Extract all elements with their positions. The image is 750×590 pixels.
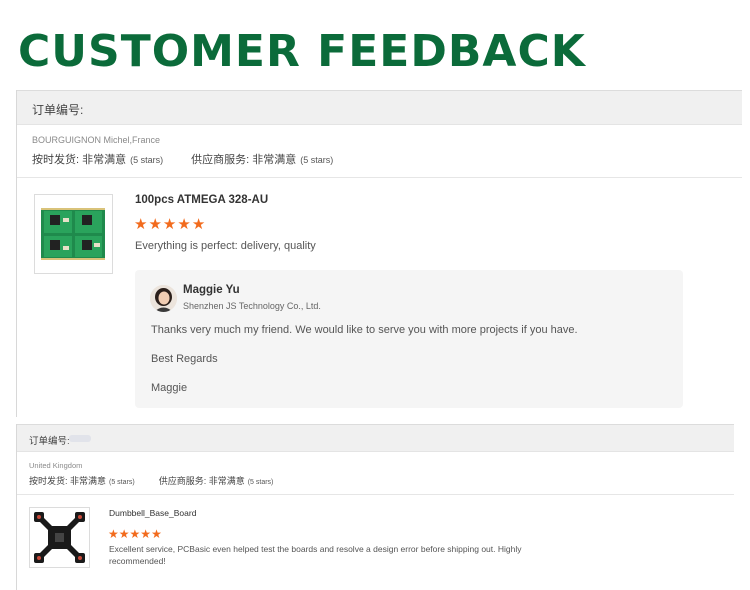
buyer-name: BOURGUIGNON Michel,France [32,135,161,145]
star-icon: ★ [177,216,191,233]
divider [17,494,734,495]
order-header: 订单编号: [17,90,742,125]
star-rating: ★★★★★ [134,216,206,234]
reply-text: Best Regards [151,353,218,365]
rating-summary: 按时发货: 非常满意 (5 stars) 供应商服务: 非常满意 (5 stars) [29,474,273,487]
divider [17,177,742,178]
black-quad-pcb-board-image [32,510,87,565]
buyer-name: United Kingdom [29,461,83,470]
service-rating-note: (5 stars) [300,155,334,165]
green-pcb-board-image [38,198,109,270]
review-card: 订单编号: BOURGUIGNON Michel,France 按时发货: 非常… [16,90,742,417]
star-rating: ★★★★★ [108,525,162,543]
star-icon: ★ [129,527,141,541]
order-header: 订单编号: [17,424,734,452]
order-number-label: 订单编号: [29,436,70,447]
review-comment: Excellent service, PCBasic even helped t… [109,544,522,566]
service-rating-label: 供应商服务: 非常满意 [191,154,297,166]
product-thumbnail[interactable] [29,507,90,568]
service-rating-note: (5 stars) [247,479,274,486]
star-icon: ★ [148,216,162,233]
avatar [150,285,177,312]
star-icon: ★ [134,216,148,233]
star-icon: ★ [162,216,177,233]
shipping-rating-label: 按时发货: 非常满意 [29,476,107,486]
page-title: CUSTOMER FEEDBACK [18,26,586,77]
product-title[interactable]: 100pcs ATMEGA 328-AU [135,194,268,206]
service-rating-label: 供应商服务: 非常满意 [158,476,245,486]
product-thumbnail[interactable] [34,194,113,274]
reply-company: Shenzhen JS Technology Co., Ltd. [183,301,321,311]
reply-author-name: Maggie Yu [183,284,240,296]
seller-reply: Maggie Yu Shenzhen JS Technology Co., Lt… [135,270,683,408]
shipping-rating-note: (5 stars) [109,479,135,486]
star-icon: ★ [108,527,119,541]
order-number-redacted [69,435,91,442]
rating-summary: 按时发货: 非常满意 (5 stars) 供应商服务: 非常满意 (5 stars) [32,151,333,167]
product-title[interactable]: Dumbbell_Base_Board [109,508,196,518]
star-icon: ★ [140,527,152,541]
person-avatar-icon [150,285,177,312]
shipping-rating-note: (5 stars) [130,155,164,165]
reply-text: Maggie [151,382,188,394]
review-card: 订单编号: United Kingdom 按时发货: 非常满意 (5 stars)… [16,424,734,590]
review-comment: Everything is perfect: delivery, quality [135,240,316,252]
shipping-rating-label: 按时发货: 非常满意 [32,154,127,166]
star-icon: ★ [118,527,130,541]
star-icon: ★ [151,527,162,541]
star-icon: ★ [191,216,206,233]
order-number-label: 订单编号: [32,103,84,117]
reply-text: Thanks very much my friend. We would lik… [151,324,578,336]
